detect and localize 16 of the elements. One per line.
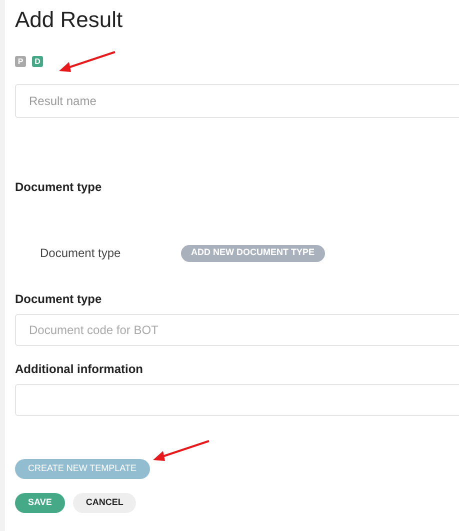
add-document-type-button[interactable]: ADD NEW DOCUMENT TYPE [181, 244, 324, 262]
mode-badge[interactable]: P [15, 56, 26, 67]
mode-badge[interactable]: D [32, 56, 43, 67]
result-name-field[interactable]: Result name [15, 84, 459, 118]
additional-information-field[interactable] [15, 384, 459, 416]
page-title: Add Result [15, 6, 124, 34]
field-label: Additional information [15, 361, 144, 378]
field-label: Document type [40, 245, 122, 262]
annotation-arrow [57, 50, 117, 74]
document-code-field[interactable]: Document code for BOT [15, 314, 459, 346]
create-template-button[interactable]: CREATE NEW TEMPLATE [15, 458, 150, 479]
section-heading: Document type [15, 179, 103, 196]
field-label: Document type [15, 291, 103, 308]
cancel-button[interactable]: CANCEL [72, 493, 136, 513]
save-button[interactable]: SAVE [15, 493, 65, 513]
annotation-arrow [151, 439, 211, 463]
